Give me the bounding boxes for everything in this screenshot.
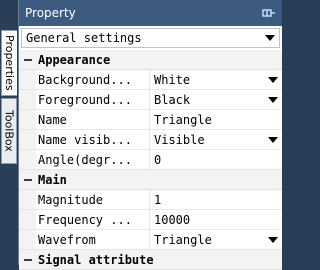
property-row-foreground[interactable]: Foreground... Black	[19, 90, 282, 110]
object-selector-dropdown[interactable]: General settings	[21, 28, 280, 48]
row-gutter	[19, 190, 36, 209]
property-value: 0	[154, 152, 162, 167]
property-row-name[interactable]: Name Triangle	[19, 110, 282, 130]
chevron-down-icon	[265, 35, 275, 41]
row-gutter	[19, 150, 36, 169]
property-name: Magnitude	[36, 190, 150, 209]
property-value: Visible	[154, 132, 205, 147]
property-name: Name visib...	[36, 130, 150, 149]
property-name: Frequency ...	[36, 210, 150, 229]
property-grid: Appearance Background... White Foregroun…	[19, 50, 282, 270]
property-panel: Property General settings Appearance Bac…	[18, 0, 282, 270]
chevron-down-icon[interactable]	[268, 96, 278, 103]
row-gutter	[19, 230, 36, 249]
category-appearance[interactable]: Appearance	[19, 50, 282, 70]
property-name: Wavefrom	[36, 230, 150, 249]
row-gutter	[19, 210, 36, 229]
row-gutter	[19, 130, 36, 149]
property-value-field[interactable]: Triangle	[150, 110, 282, 129]
property-value-dropdown[interactable]: Triangle	[150, 230, 282, 249]
collapse-icon[interactable]	[22, 254, 34, 266]
row-gutter	[19, 110, 36, 129]
side-tab-strip: Properties ToolBox	[0, 0, 18, 265]
property-row-magnitude[interactable]: Magnitude 1	[19, 190, 282, 210]
tab-properties[interactable]: Properties	[1, 30, 17, 96]
category-label: Signal attribute	[38, 252, 154, 267]
property-value: Triangle	[154, 112, 212, 127]
pin-icon[interactable]	[262, 7, 276, 19]
property-name: Foreground...	[36, 90, 150, 109]
property-value: 1	[154, 192, 162, 207]
tab-toolbox[interactable]: ToolBox	[1, 98, 17, 164]
collapse-icon[interactable]	[22, 174, 34, 186]
tab-properties-label: Properties	[3, 35, 16, 91]
property-value-field[interactable]: 1	[150, 190, 282, 209]
property-value: White	[154, 72, 191, 87]
object-selector-value: General settings	[26, 31, 142, 45]
panel-titlebar: Property	[19, 0, 282, 26]
property-value: Triangle	[154, 232, 212, 247]
category-signal-attribute[interactable]: Signal attribute	[19, 250, 282, 270]
property-name: Name	[36, 110, 150, 129]
collapse-icon[interactable]	[22, 54, 34, 66]
property-row-waveform[interactable]: Wavefrom Triangle	[19, 230, 282, 250]
property-value-dropdown[interactable]: Visible	[150, 130, 282, 149]
property-row-angle[interactable]: Angle(degr... 0	[19, 150, 282, 170]
tab-toolbox-label: ToolBox	[2, 110, 16, 152]
row-gutter	[19, 70, 36, 89]
property-value: Black	[154, 92, 191, 107]
property-row-name-visibility[interactable]: Name visib... Visible	[19, 130, 282, 150]
category-main[interactable]: Main	[19, 170, 282, 190]
chevron-down-icon[interactable]	[268, 76, 278, 83]
category-label: Appearance	[38, 52, 111, 67]
property-value-dropdown[interactable]: White	[150, 70, 282, 89]
chevron-down-icon[interactable]	[268, 236, 278, 243]
chevron-down-icon[interactable]	[268, 136, 278, 143]
property-value-dropdown[interactable]: Black	[150, 90, 282, 109]
property-value-field[interactable]: 10000	[150, 210, 282, 229]
property-name: Background...	[36, 70, 150, 89]
property-value-field[interactable]: 0	[150, 150, 282, 169]
category-label: Main	[38, 172, 67, 187]
property-name: Angle(degr...	[36, 150, 150, 169]
property-value: 10000	[154, 212, 191, 227]
row-gutter	[19, 90, 36, 109]
panel-title: Property	[25, 6, 76, 20]
property-row-frequency[interactable]: Frequency ... 10000	[19, 210, 282, 230]
property-row-background[interactable]: Background... White	[19, 70, 282, 90]
